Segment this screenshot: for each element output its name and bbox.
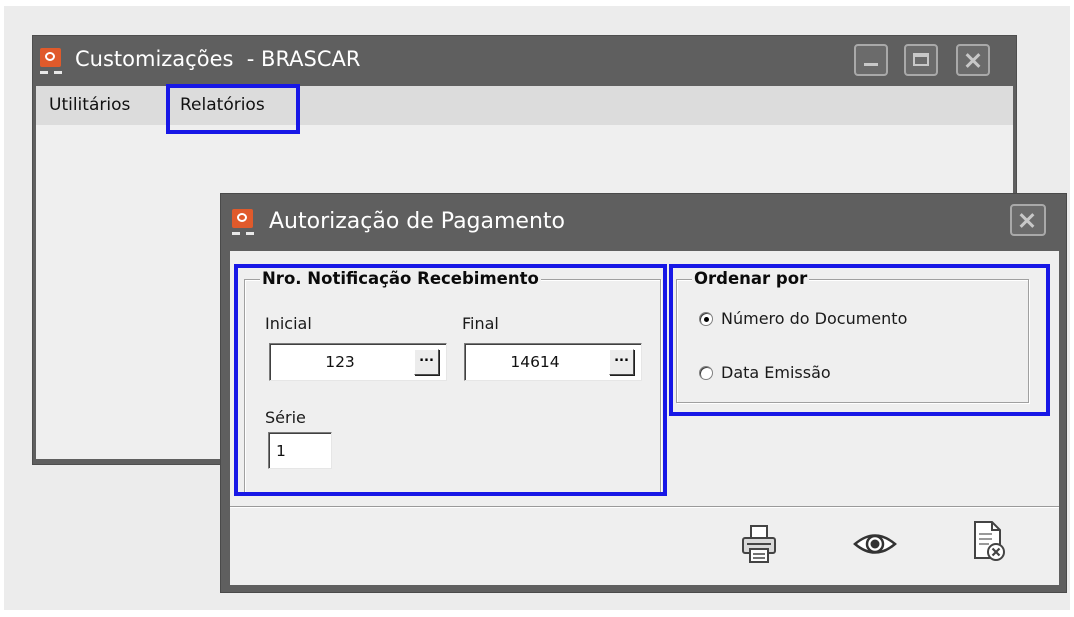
menu-item-utilitarios[interactable]: Utilitários [39, 86, 140, 125]
cancel-button[interactable] [965, 518, 1011, 564]
preview-button[interactable] [852, 521, 898, 567]
maximize-button[interactable] [904, 44, 938, 76]
dialog-close-button[interactable] [1010, 204, 1046, 236]
dialog-logo-icon [230, 208, 262, 238]
app-logo-icon [38, 47, 70, 77]
close-document-icon [974, 521, 1005, 561]
minimize-button[interactable] [854, 44, 888, 76]
eye-icon [853, 534, 897, 554]
main-window-title: Customizações - BRASCAR [75, 47, 361, 71]
main-window-titlebar[interactable]: Customizações - BRASCAR [33, 36, 1016, 86]
print-button[interactable] [738, 521, 784, 567]
close-button[interactable] [956, 44, 990, 76]
notification-highlight-box [234, 264, 667, 496]
dialog-titlebar[interactable]: Autorização de Pagamento [221, 194, 1066, 252]
menu-highlight-box [166, 84, 300, 134]
printer-icon [742, 525, 776, 563]
order-highlight-box [669, 264, 1050, 416]
footer-separator-highlight [230, 507, 1059, 508]
dialog-title: Autorização de Pagamento [269, 209, 565, 234]
